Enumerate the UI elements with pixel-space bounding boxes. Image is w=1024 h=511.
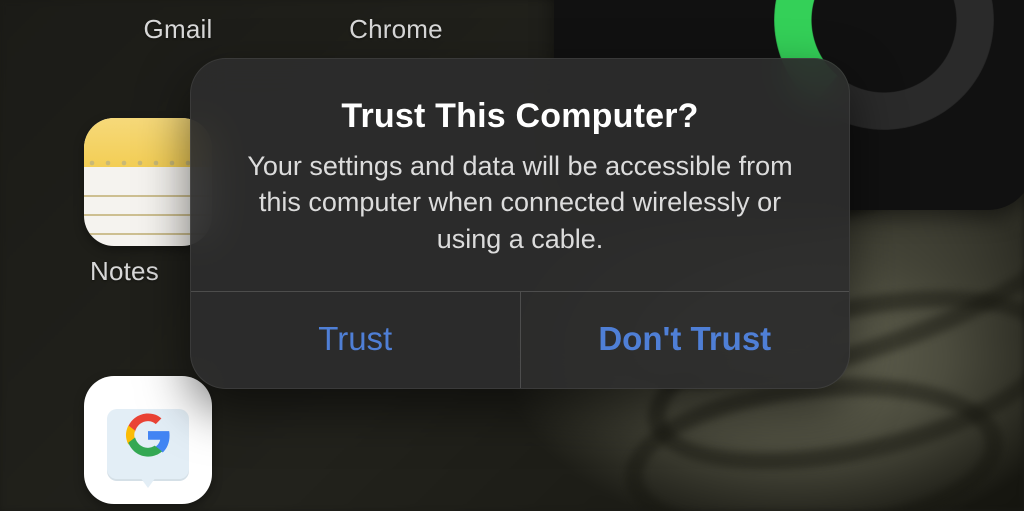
dialog-body: Trust This Computer? Your settings and d… bbox=[191, 59, 849, 291]
app-label-gmail: Gmail bbox=[118, 14, 238, 45]
app-icon-gboard[interactable] bbox=[84, 376, 212, 504]
keyboard-pointer-icon bbox=[132, 466, 164, 488]
dialog-title: Trust This Computer? bbox=[237, 97, 803, 136]
google-g-icon bbox=[125, 412, 171, 458]
trust-button[interactable]: Trust bbox=[191, 292, 520, 388]
app-label-chrome: Chrome bbox=[326, 14, 466, 45]
trust-computer-dialog: Trust This Computer? Your settings and d… bbox=[190, 58, 850, 389]
dialog-message: Your settings and data will be accessibl… bbox=[237, 148, 803, 257]
dont-trust-button[interactable]: Don't Trust bbox=[521, 292, 850, 388]
dialog-actions: Trust Don't Trust bbox=[191, 292, 849, 388]
